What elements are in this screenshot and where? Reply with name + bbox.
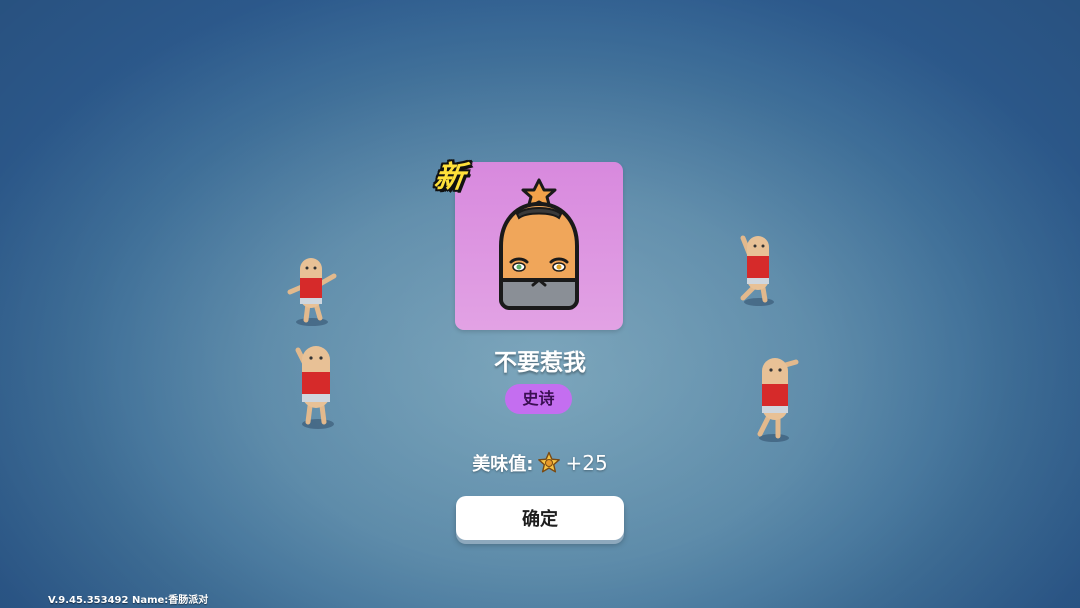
rarity-badge: 史诗 — [505, 384, 572, 414]
sausage-character-right-bottom — [757, 358, 799, 442]
score-label: 美味值: — [472, 454, 534, 475]
reward-item-card — [455, 162, 623, 330]
confirm-button[interactable]: 确定 — [456, 496, 624, 540]
sausage-character-left-bottom — [295, 346, 334, 429]
star-coin-icon — [538, 451, 561, 473]
sausage-head-costume-icon — [499, 178, 579, 310]
item-name: 不要惹我 — [494, 350, 586, 376]
version-text: V.9.45.353492 Name:香肠派对 — [48, 595, 209, 606]
new-badge: 新 — [432, 160, 467, 195]
score-row: 美味值: +25 — [440, 449, 640, 477]
score-value: +25 — [565, 451, 608, 475]
sausage-character-left-top — [287, 258, 337, 326]
sausage-character-right-top — [740, 235, 774, 306]
